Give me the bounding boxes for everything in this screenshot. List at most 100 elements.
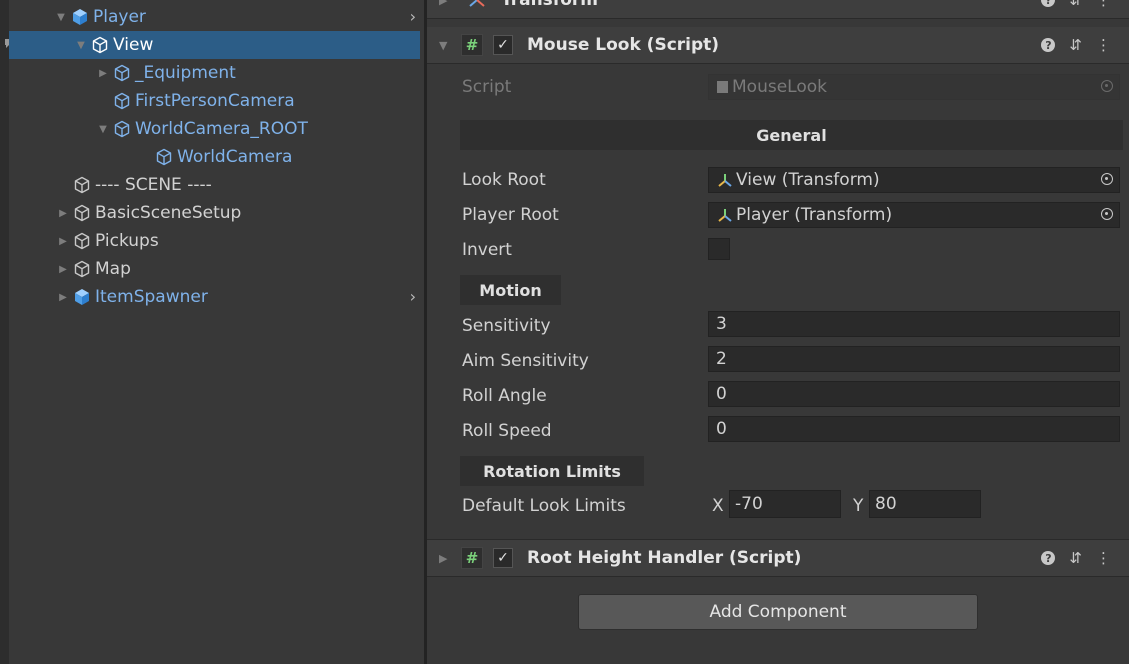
add-component-button[interactable]: Add Component <box>578 594 978 630</box>
enabled-checkbox[interactable]: ✓ <box>493 35 513 55</box>
gameobject-cube-icon <box>114 64 130 82</box>
look-root-value: View (Transform) <box>736 170 880 190</box>
aim-sensitivity-input[interactable]: 2 <box>708 346 1120 372</box>
player-root-label: Player Root <box>462 205 559 225</box>
object-picker-icon[interactable] <box>1101 208 1113 220</box>
hierarchy-item[interactable]: FirstPersonCamera <box>9 87 420 115</box>
script-label: Script <box>462 77 512 97</box>
roll-speed-input[interactable]: 0 <box>708 416 1120 442</box>
root-height-component-header[interactable]: ▶ # ✓ Root Height Handler (Script) ? ⇵ ⋮ <box>427 539 1129 577</box>
collapse-arrow-icon[interactable]: ▶ <box>57 236 69 247</box>
expand-arrow-icon[interactable]: ▼ <box>55 12 67 23</box>
transform-icon <box>718 174 732 187</box>
gameobject-cube-icon <box>74 260 90 278</box>
hierarchy-item[interactable]: ▶ ItemSpawner › <box>9 283 420 311</box>
hierarchy-item[interactable]: ▼ Player › <box>9 3 420 31</box>
transform-header-icons: ? ⇵ ⋮ <box>1041 0 1111 18</box>
transform-icon <box>718 209 732 222</box>
presets-icon[interactable]: ⇵ <box>1069 36 1082 54</box>
gameobject-cube-icon <box>74 232 90 250</box>
x-axis-label[interactable]: X <box>712 496 724 516</box>
open-prefab-chevron-icon[interactable]: › <box>410 7 416 26</box>
help-icon[interactable]: ? <box>1041 38 1056 52</box>
gameobject-cube-icon <box>74 204 90 222</box>
roll-speed-label: Roll Speed <box>462 421 552 441</box>
transform-component-header[interactable]: ▶ Transform ? ⇵ ⋮ <box>427 0 1129 19</box>
gameobject-cube-icon <box>92 36 108 54</box>
roll-angle-input[interactable]: 0 <box>708 381 1120 407</box>
sensitivity-input[interactable]: 3 <box>708 311 1120 337</box>
inspector-panel: ▶ Transform ? ⇵ ⋮ ▼ # ✓ Mouse Look (Scri… <box>427 0 1129 664</box>
prefab-cube-icon <box>75 289 89 305</box>
hierarchy-panel: ▼ Player › ▼ View ▶ _Equipment FirstPersonCamer… <box>0 0 424 664</box>
mouse-look-title: Mouse Look (Script) <box>527 35 720 55</box>
fold-arrow-icon[interactable]: ▼ <box>439 39 451 52</box>
hierarchy-item-label: BasicSceneSetup <box>95 203 242 223</box>
hierarchy-item[interactable]: ▶ _Equipment <box>9 59 420 87</box>
invert-label: Invert <box>462 240 512 260</box>
hierarchy-item[interactable]: ▶ BasicSceneSetup <box>9 199 420 227</box>
gameobject-cube-icon <box>74 176 90 194</box>
look-root-field[interactable]: View (Transform) <box>708 167 1120 193</box>
fold-arrow-icon[interactable]: ▶ <box>439 552 451 565</box>
hierarchy-item-label: Map <box>95 259 131 279</box>
hierarchy-item[interactable]: ▶ Map <box>9 255 420 283</box>
invert-toggle[interactable] <box>708 238 730 260</box>
hierarchy-item-label: View <box>113 35 154 55</box>
prefab-cube-icon <box>73 9 87 25</box>
y-axis-label[interactable]: Y <box>853 496 863 516</box>
collapse-arrow-icon[interactable]: ▶ <box>57 208 69 219</box>
expand-arrow-icon[interactable]: ▼ <box>97 124 109 135</box>
script-hash-icon: # <box>461 34 483 56</box>
script-value: MouseLook <box>732 77 827 97</box>
hierarchy-item-label: Pickups <box>95 231 159 251</box>
more-options-icon[interactable]: ⋮ <box>1096 0 1111 9</box>
gameobject-cube-icon <box>156 148 172 166</box>
hierarchy-item-label: FirstPersonCamera <box>135 91 295 111</box>
help-icon[interactable]: ? <box>1041 551 1056 565</box>
expand-arrow-icon[interactable]: ▼ <box>75 40 87 51</box>
player-root-value: Player (Transform) <box>736 205 893 225</box>
hierarchy-item[interactable]: ▶ Pickups <box>9 227 420 255</box>
help-icon[interactable]: ? <box>1041 0 1056 7</box>
look-limit-y-input[interactable]: 80 <box>869 490 981 518</box>
rotation-limits-header: Rotation Limits <box>460 456 644 486</box>
hierarchy-item-label: WorldCamera_ROOT <box>135 119 308 139</box>
hierarchy-item-label: ItemSpawner <box>95 287 208 307</box>
hierarchy-item[interactable]: WorldCamera <box>9 143 420 171</box>
fold-arrow-icon[interactable]: ▶ <box>439 0 451 7</box>
root-height-header-icons: ? ⇵ ⋮ <box>1041 540 1111 576</box>
enabled-checkbox[interactable]: ✓ <box>493 548 513 568</box>
hierarchy-item-label: Player <box>93 7 146 27</box>
collapse-arrow-icon[interactable]: ▶ <box>97 68 109 79</box>
aim-sensitivity-label: Aim Sensitivity <box>462 351 589 371</box>
presets-icon[interactable]: ⇵ <box>1069 0 1082 9</box>
gameobject-cube-icon <box>114 120 130 138</box>
more-options-icon[interactable]: ⋮ <box>1096 36 1111 54</box>
transform-title: Transform <box>501 0 598 10</box>
player-root-field[interactable]: Player (Transform) <box>708 202 1120 228</box>
object-picker-icon[interactable] <box>1101 173 1113 185</box>
hierarchy-item[interactable]: ▼ View <box>9 31 420 59</box>
mouse-look-header-icons: ? ⇵ ⋮ <box>1041 27 1111 63</box>
presets-icon[interactable]: ⇵ <box>1069 549 1082 567</box>
root-height-title: Root Height Handler (Script) <box>527 548 802 568</box>
look-limit-x-input[interactable]: -70 <box>729 490 841 518</box>
collapse-arrow-icon[interactable]: ▶ <box>57 264 69 275</box>
collapse-arrow-icon[interactable]: ▶ <box>57 292 69 303</box>
hierarchy-gutter <box>0 0 9 664</box>
look-root-label: Look Root <box>462 170 546 190</box>
open-prefab-chevron-icon[interactable]: › <box>410 287 416 306</box>
hierarchy-item-label: _Equipment <box>135 63 236 83</box>
object-picker-icon <box>1101 80 1113 92</box>
hierarchy-item[interactable]: ▼ WorldCamera_ROOT <box>9 115 420 143</box>
motion-header: Motion <box>460 275 561 305</box>
mouse-look-component-header[interactable]: ▼ # ✓ Mouse Look (Script) ? ⇵ ⋮ <box>427 27 1129 64</box>
roll-angle-label: Roll Angle <box>462 386 547 406</box>
hierarchy-item-label: WorldCamera <box>177 147 293 167</box>
general-header: General <box>460 120 1123 150</box>
script-file-icon <box>717 81 728 93</box>
gameobject-cube-icon <box>114 92 130 110</box>
more-options-icon[interactable]: ⋮ <box>1096 549 1111 567</box>
hierarchy-item[interactable]: ---- SCENE ---- <box>9 171 420 199</box>
